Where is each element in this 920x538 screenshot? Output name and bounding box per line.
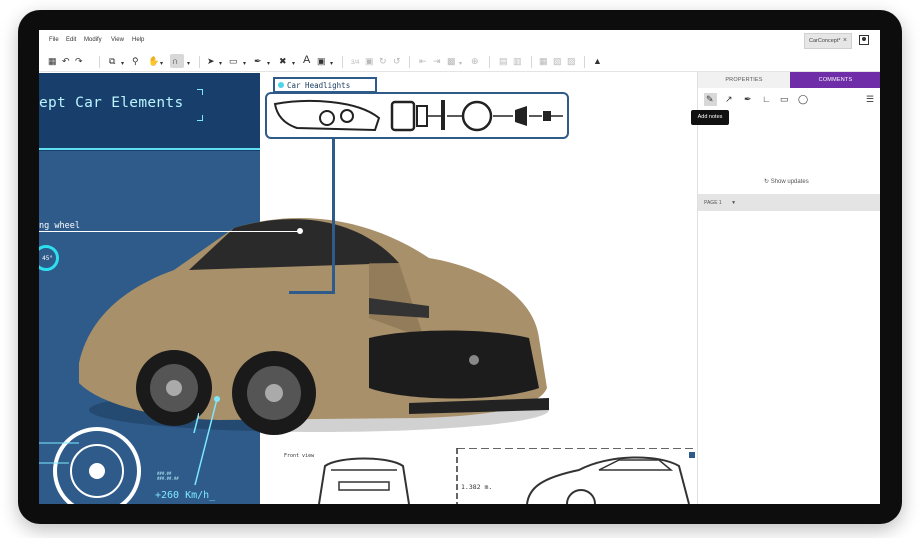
gauge-value: 45° [42, 255, 53, 262]
document-tab[interactable]: CarConcept* × [804, 33, 852, 49]
lock-icon[interactable]: ▦ [539, 55, 548, 67]
brush-icon[interactable]: ✒ [744, 94, 752, 105]
menu-edit[interactable]: Edit [66, 37, 76, 43]
design-canvas[interactable]: ept Car Elements ng wheel 45° ###.## ###… [39, 73, 697, 504]
ungroup-icon[interactable]: ▥ [513, 55, 522, 67]
toolbar: ▦ ↶ ↷ ⧉ ▾ ⚲ ✋ ▾ ∩ ▾ ➤ ▾ ▭ ▾ ✒ ▾ ✖ ▾ A ▣ … [39, 52, 880, 72]
app-window: File Edit Modify View Help CarConcept* ×… [39, 30, 880, 504]
menu-bar: File Edit Modify View Help CarConcept* × [39, 30, 880, 52]
steering-callout-dot [297, 228, 303, 234]
steering-wheel-label: ng wheel [39, 221, 80, 231]
speed-callout-line [194, 396, 220, 486]
chevron-down-icon[interactable]: ▾ [160, 58, 163, 70]
headlights-label-box[interactable]: Car Headlights [273, 77, 377, 93]
image-icon[interactable]: ▣ [317, 55, 326, 67]
headlight-parts-icon [273, 100, 563, 132]
circle-icon[interactable]: ◯ [798, 94, 808, 105]
fraction-label[interactable]: 3/4 [351, 57, 359, 69]
layer-icon[interactable]: ▧ [553, 55, 562, 67]
line-icon[interactable]: ∟ [762, 94, 771, 104]
toolbar-separator [409, 56, 410, 68]
crop-icon[interactable]: ▣ [365, 55, 374, 67]
toolbar-separator [489, 56, 490, 68]
concept-title: ept Car Elements [39, 95, 184, 111]
tooltip-text: Add notes [697, 114, 723, 120]
tab-properties[interactable]: PROPERTIES [698, 72, 790, 88]
copy-icon[interactable]: ⧉ [109, 55, 115, 67]
chevron-down-icon[interactable]: ▾ [121, 58, 124, 70]
concept-panel-header [39, 73, 260, 151]
frame-corner-icon [197, 115, 203, 121]
chevron-down-icon[interactable]: ▾ [459, 58, 462, 70]
menu-modify[interactable]: Modify [84, 37, 102, 43]
page-selector-label: PAGE 1 [704, 200, 722, 206]
right-panel: PROPERTIES COMMENTS ✎ ↗ ✒ ∟ ▭ ◯ ☰ Add no… [691, 72, 880, 504]
speed-detail-label: ###.## ###.##.## [157, 471, 179, 481]
toolbar-separator [199, 56, 200, 68]
headlights-connector [332, 139, 335, 293]
toolbar-separator [531, 56, 532, 68]
add-notes-icon[interactable]: ✎ [706, 94, 714, 105]
rectangle-icon[interactable]: ▭ [229, 55, 238, 67]
steering-callout-line [39, 231, 301, 232]
chevron-down-icon[interactable]: ▾ [292, 58, 295, 70]
add-notes-tooltip: Add notes [691, 110, 729, 125]
user-account-icon[interactable] [859, 35, 869, 45]
rotate-icon[interactable]: ↻ [379, 55, 387, 67]
toolbar-separator [99, 56, 100, 68]
group-icon[interactable]: ▩ [447, 55, 456, 67]
measurement-label: 1.382 m. [461, 483, 493, 491]
undo-icon[interactable]: ↶ [62, 55, 70, 67]
arrow-icon[interactable]: ↗ [725, 94, 733, 105]
headlights-connector [289, 291, 335, 294]
chevron-down-icon[interactable]: ▾ [219, 58, 222, 70]
page-selector[interactable]: PAGE 1 ▼ [698, 194, 880, 211]
refresh-icon: ↻ [764, 179, 770, 185]
magnet-icon[interactable]: ∩ [172, 55, 178, 67]
show-updates-label: Show updates [770, 179, 809, 185]
target-icon[interactable]: ⊕ [471, 55, 479, 67]
select-icon[interactable]: ➤ [207, 55, 215, 67]
car-illustration [79, 218, 549, 435]
distribute-icon[interactable]: ▤ [499, 55, 508, 67]
pan-icon[interactable]: ✋ [148, 55, 159, 67]
eraser-icon[interactable]: ✖ [279, 55, 287, 67]
tab-comments[interactable]: COMMENTS [790, 72, 880, 88]
chevron-down-icon[interactable]: ▾ [330, 58, 333, 70]
bullet-icon [278, 82, 284, 88]
frame-corner-icon [197, 89, 203, 95]
refresh-icon[interactable]: ↺ [393, 55, 401, 67]
redo-icon[interactable]: ↷ [75, 55, 83, 67]
export-icon[interactable]: ▲ [593, 55, 602, 67]
close-icon[interactable]: × [843, 37, 847, 44]
toolbar-separator [342, 56, 343, 68]
toolbar-separator [584, 56, 585, 68]
headlights-parts-box[interactable] [265, 92, 569, 139]
chevron-down-icon[interactable]: ▾ [243, 58, 246, 70]
chevron-down-icon: ▼ [731, 200, 737, 206]
chevron-down-icon[interactable]: ▾ [187, 58, 190, 70]
text-icon[interactable]: A [303, 54, 310, 66]
blueprint-views [318, 448, 695, 504]
show-updates-button[interactable]: ↻ Show updates [764, 178, 809, 185]
save-icon[interactable]: ▦ [48, 55, 57, 67]
pen-icon[interactable]: ✒ [254, 55, 262, 67]
menu-file[interactable]: File [49, 37, 59, 43]
rectangle-icon[interactable]: ▭ [780, 94, 789, 105]
align-center-icon[interactable]: ⇥ [433, 55, 441, 67]
arrange-icon[interactable]: ▨ [567, 55, 576, 67]
zoom-icon[interactable]: ⚲ [132, 55, 139, 67]
divider [39, 148, 260, 150]
menu-help[interactable]: Help [132, 37, 144, 43]
headlights-label: Car Headlights [287, 81, 351, 90]
document-tab-label: CarConcept* [809, 38, 841, 44]
chevron-down-icon[interactable]: ▾ [267, 58, 270, 70]
filter-icon[interactable]: ☰ [866, 94, 874, 105]
menu-view[interactable]: View [111, 37, 124, 43]
align-left-icon[interactable]: ⇤ [419, 55, 427, 67]
